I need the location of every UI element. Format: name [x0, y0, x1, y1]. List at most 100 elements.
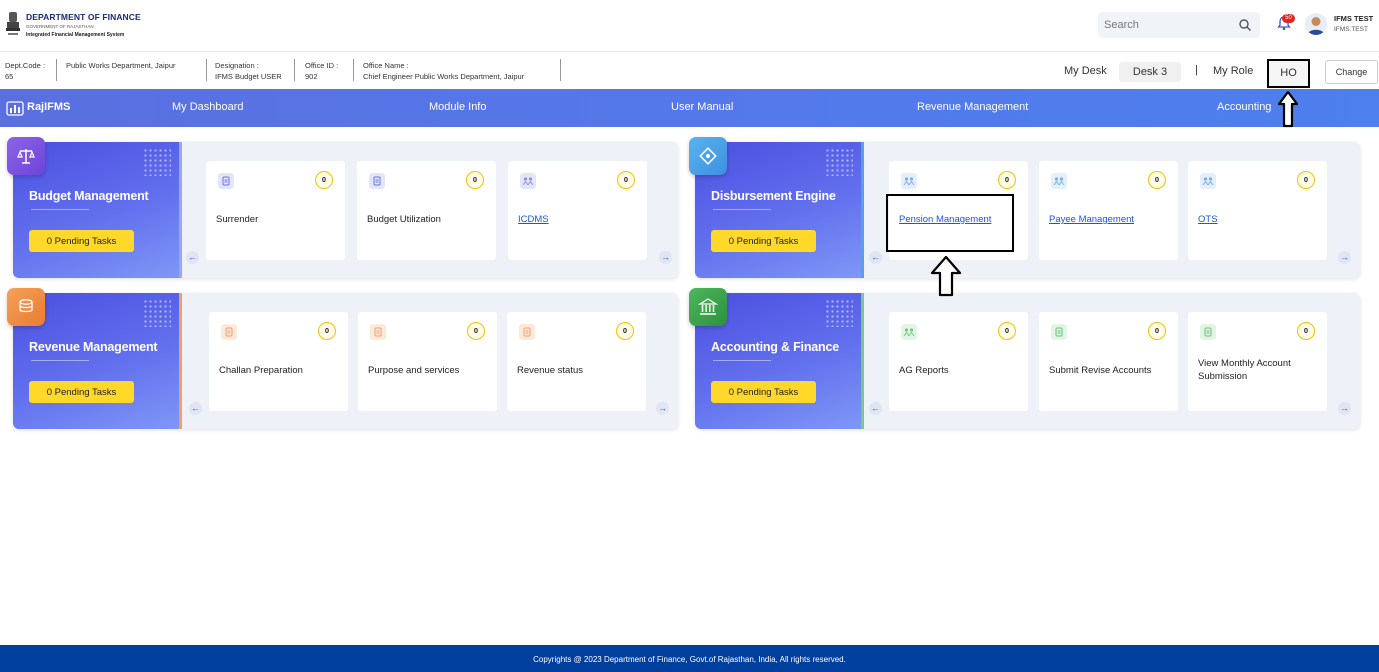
- prev-arrow-icon[interactable]: ←: [869, 402, 882, 415]
- diamond-icon: [689, 137, 727, 175]
- divider: [206, 59, 207, 81]
- search-input[interactable]: [1104, 17, 1234, 33]
- next-arrow-icon[interactable]: →: [1338, 251, 1351, 264]
- dept-title: DEPARTMENT OF FINANCE: [26, 12, 141, 22]
- card-title: Budget Management: [29, 189, 149, 203]
- tile-surrender[interactable]: 0 Surrender: [206, 161, 345, 260]
- document-icon: [218, 173, 234, 189]
- nav-user-manual[interactable]: User Manual: [671, 101, 733, 113]
- role-selector[interactable]: HO: [1267, 59, 1310, 88]
- dept-name-field: Public Works Department, Jaipur: [66, 61, 176, 70]
- my-role-label: My Role: [1213, 65, 1254, 77]
- designation-field: Designation : IFMS Budget USER: [215, 61, 282, 81]
- users-icon: [901, 324, 917, 340]
- up-arrow-icon: [1277, 90, 1299, 128]
- users-icon: [1051, 173, 1067, 189]
- next-arrow-icon[interactable]: →: [659, 251, 672, 264]
- prev-arrow-icon[interactable]: ←: [869, 251, 882, 264]
- scales-icon: [7, 137, 45, 175]
- document-icon: [221, 324, 237, 340]
- pending-tasks-button[interactable]: 0 Pending Tasks: [29, 230, 134, 252]
- divider: [560, 59, 561, 81]
- tile-label: Challan Preparation: [219, 365, 303, 376]
- next-arrow-icon[interactable]: →: [656, 402, 669, 415]
- divider: [294, 59, 295, 81]
- budget-management-card: Budget Management 0 Pending Tasks 0 Surr…: [13, 142, 678, 278]
- tile-label: View Monthly Account Submission: [1198, 358, 1291, 382]
- count-badge: 0: [1148, 322, 1166, 340]
- tile-budget-utilization[interactable]: 0 Budget Utilization: [357, 161, 496, 260]
- emblem-icon: [6, 12, 20, 35]
- nav-revenue-management[interactable]: Revenue Management: [917, 101, 1028, 113]
- divider: [353, 59, 354, 81]
- tile-label: Purpose and services: [368, 365, 460, 376]
- next-arrow-icon[interactable]: →: [1338, 402, 1351, 415]
- desk-selector[interactable]: Desk 3: [1119, 62, 1181, 82]
- avatar[interactable]: [1305, 13, 1327, 35]
- tile-revenue-status[interactable]: 0 Revenue status: [507, 312, 646, 411]
- nav-accounting[interactable]: Accounting: [1217, 101, 1271, 113]
- revenue-management-card: Revenue Management 0 Pending Tasks 0 Cha…: [13, 293, 678, 429]
- system-label: Integrated Financial Management System: [26, 32, 125, 38]
- tile-link[interactable]: OTS: [1198, 213, 1320, 226]
- tile-ag-reports[interactable]: 0 AG Reports: [889, 312, 1028, 411]
- tile-submit-revise-accounts[interactable]: 0 Submit Revise Accounts: [1039, 312, 1178, 411]
- nav-my-dashboard[interactable]: My Dashboard: [172, 101, 244, 113]
- pending-tasks-button[interactable]: 0 Pending Tasks: [711, 381, 816, 403]
- count-badge: 0: [998, 171, 1016, 189]
- tile-view-monthly-account-submission[interactable]: 0 View Monthly Account Submission: [1188, 312, 1327, 411]
- tile-ots[interactable]: 0 OTS: [1188, 161, 1327, 260]
- users-icon: [1200, 173, 1216, 189]
- brand-block: DEPARTMENT OF FINANCE GOVERNMENT OF RAJA…: [26, 12, 141, 38]
- user-id: IFMS.TEST: [1334, 26, 1368, 33]
- nav-brand[interactable]: RajIFMS: [27, 101, 70, 113]
- tile-link[interactable]: Payee Management: [1049, 213, 1171, 226]
- count-badge: 0: [318, 322, 336, 340]
- pending-tasks-button[interactable]: 0 Pending Tasks: [711, 230, 816, 252]
- prev-arrow-icon[interactable]: ←: [186, 251, 199, 264]
- tile-link[interactable]: ICDMS: [518, 213, 640, 226]
- user-name: IFMS TEST: [1334, 14, 1374, 23]
- count-badge: 0: [466, 171, 484, 189]
- document-icon: [369, 173, 385, 189]
- search-box[interactable]: [1098, 12, 1260, 38]
- tile-payee-management[interactable]: 0 Payee Management: [1039, 161, 1178, 260]
- tile-purpose-and-services[interactable]: 0 Purpose and services: [358, 312, 497, 411]
- top-header: DEPARTMENT OF FINANCE GOVERNMENT OF RAJA…: [0, 0, 1379, 52]
- users-icon: [901, 173, 917, 189]
- tile-label: Surrender: [216, 214, 259, 225]
- change-button[interactable]: Change: [1325, 60, 1378, 84]
- card-title: Accounting & Finance: [711, 340, 839, 354]
- coins-icon: [7, 288, 45, 326]
- tile-icdms[interactable]: 0 ICDMS: [508, 161, 647, 260]
- tile-label: Submit Revise Accounts: [1049, 365, 1152, 376]
- card-title: Disbursement Engine: [711, 189, 836, 203]
- govt-label: GOVERNMENT OF RAJASTHAN: [26, 24, 94, 29]
- up-arrow-icon: [930, 255, 962, 297]
- disbursement-engine-card: Disbursement Engine 0 Pending Tasks 0 Pe…: [695, 142, 1360, 278]
- notification-badge: 50: [1282, 14, 1295, 23]
- count-badge: 0: [1297, 322, 1315, 340]
- pending-tasks-button[interactable]: 0 Pending Tasks: [29, 381, 134, 403]
- user-info-bar: Dept.Code : 65 Public Works Department, …: [0, 53, 1379, 89]
- prev-arrow-icon[interactable]: ←: [189, 402, 202, 415]
- rajifms-logo-icon: [6, 101, 24, 116]
- dept-code-field: Dept.Code : 65: [5, 61, 46, 81]
- footer: Copyrights @ 2023 Department of Finance,…: [0, 645, 1379, 672]
- nav-module-info[interactable]: Module Info: [429, 101, 486, 113]
- my-desk-label: My Desk: [1064, 65, 1107, 77]
- count-badge: 0: [1148, 171, 1166, 189]
- highlight-box: [886, 194, 1014, 252]
- count-badge: 0: [1297, 171, 1315, 189]
- count-badge: 0: [617, 171, 635, 189]
- office-id-field: Office ID : 902: [305, 61, 339, 81]
- count-badge: 0: [315, 171, 333, 189]
- main-nav: RajIFMS My Dashboard Module Info User Ma…: [0, 89, 1379, 127]
- search-icon[interactable]: [1238, 18, 1252, 32]
- separator: |: [1195, 64, 1198, 76]
- users-icon: [520, 173, 536, 189]
- document-icon: [1200, 324, 1216, 340]
- bank-icon: [689, 288, 727, 326]
- tile-challan-preparation[interactable]: 0 Challan Preparation: [209, 312, 348, 411]
- divider: [56, 59, 57, 81]
